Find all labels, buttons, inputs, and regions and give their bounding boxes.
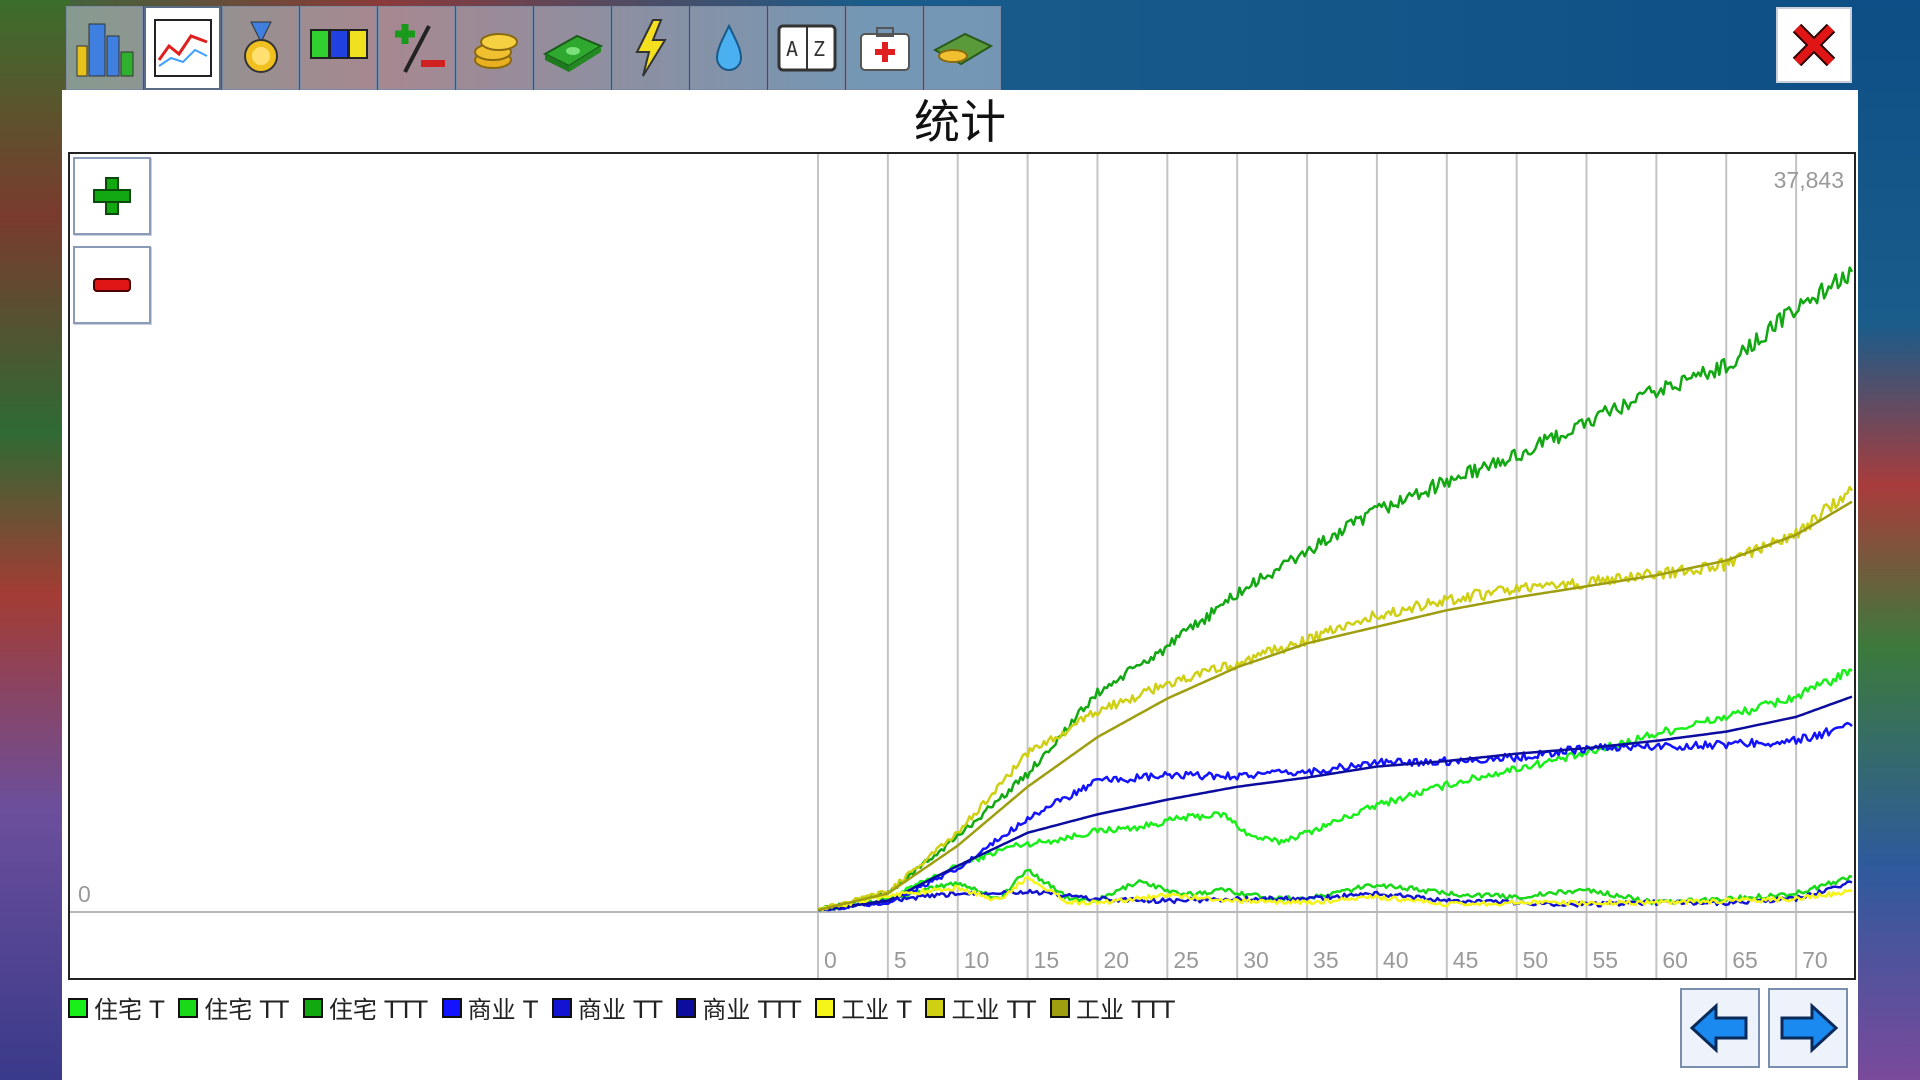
city-icon <box>76 23 133 77</box>
legend-label: 工业 TT <box>951 996 1037 1024</box>
tab-glossary[interactable]: A Z <box>768 6 845 90</box>
y-max-label: 37,843 <box>1774 167 1844 193</box>
x-tick-label: 65 <box>1732 947 1758 973</box>
tab-water[interactable] <box>690 6 767 90</box>
legend-swatch <box>441 997 462 1018</box>
x-tick-label: 10 <box>964 947 990 973</box>
legend-label: 商业 TTT <box>702 996 802 1024</box>
x-tick-label: 0 <box>824 947 837 973</box>
zoom-out-button[interactable] <box>73 246 151 324</box>
game-world-background-left <box>0 0 70 1080</box>
farm-coins-icon <box>932 32 993 66</box>
svg-text:Z: Z <box>813 37 825 61</box>
tab-statistics[interactable] <box>144 6 221 90</box>
legend-item: 商业 TTT <box>676 990 801 1025</box>
x-tick-label: 70 <box>1802 947 1828 973</box>
coins-icon <box>473 33 518 69</box>
legend-item: 商业 T <box>441 990 538 1025</box>
series-line <box>817 500 1853 912</box>
x-tick-label: 15 <box>1034 947 1060 973</box>
series-line <box>817 485 1854 912</box>
legend-label: 住宅 T <box>94 996 165 1024</box>
x-tick-label: 45 <box>1453 947 1479 973</box>
zone-colors-icon <box>309 29 368 59</box>
legend-item: 商业 TT <box>551 990 663 1025</box>
legend-label: 商业 TT <box>577 996 663 1024</box>
minus-icon <box>93 278 131 292</box>
legend-swatch <box>925 997 946 1018</box>
dictionary-icon: A Z <box>777 24 836 72</box>
previous-page-button[interactable] <box>1680 988 1760 1068</box>
tab-budget[interactable] <box>456 6 533 90</box>
x-tick-label: 50 <box>1523 947 1549 973</box>
game-world-background-right <box>1850 0 1920 1080</box>
statistics-panel: 统计 0 5 10 15 20 25 30 35 40 45 50 55 60 65 70 37,843 0 住… <box>62 90 1858 1080</box>
x-tick-label: 35 <box>1313 947 1339 973</box>
arrow-left-icon <box>1689 1002 1748 1054</box>
svg-text:A: A <box>786 37 798 61</box>
tab-agriculture[interactable] <box>924 6 1001 90</box>
plus-icon <box>93 177 131 215</box>
x-tick-label: 5 <box>894 947 907 973</box>
close-icon <box>1792 23 1836 67</box>
legend-swatch <box>676 997 697 1018</box>
legend-label: 工业 TTT <box>1076 996 1175 1024</box>
legend-swatch <box>815 997 836 1018</box>
tab-taxes[interactable] <box>378 6 455 90</box>
lightning-icon <box>634 19 667 77</box>
tab-zone-demand[interactable] <box>300 6 377 90</box>
x-tick-label: 20 <box>1103 947 1129 973</box>
page-title: 统计 <box>914 95 1006 149</box>
legend-label: 住宅 TTT <box>328 996 428 1024</box>
legend-swatch <box>302 997 323 1018</box>
tab-health[interactable] <box>846 6 923 90</box>
series-line <box>817 695 1853 912</box>
zone-population-chart: 0 5 10 15 20 25 30 35 40 45 50 55 60 65 70 37,843 0 <box>70 154 1854 978</box>
legend-item: 工业 T <box>815 990 911 1025</box>
tab-city-overview[interactable] <box>66 6 143 90</box>
stats-tab-bar: A Z <box>66 6 1002 90</box>
series-line <box>817 875 1853 912</box>
legend-swatch <box>68 997 88 1018</box>
x-tick-label: 55 <box>1593 947 1619 973</box>
money-icon <box>542 34 603 72</box>
arrow-right-icon <box>1780 1002 1839 1054</box>
close-button[interactable] <box>1776 7 1852 83</box>
legend-label: 住宅 TT <box>204 996 289 1024</box>
x-tick-label: 30 <box>1243 947 1269 973</box>
tab-power[interactable] <box>612 6 689 90</box>
legend-swatch <box>178 997 199 1018</box>
next-page-button[interactable] <box>1768 988 1848 1068</box>
medal-icon <box>243 21 278 73</box>
percent-icon <box>394 24 445 73</box>
water-drop-icon <box>715 23 742 71</box>
y-min-label: 0 <box>78 881 91 907</box>
chart-legend: 住宅 T 住宅 TT 住宅 TTT 商业 T 商业 TT 商业 TTT 工业 T 工业 TT 工… <box>68 990 1189 1025</box>
x-tick-label: 60 <box>1662 947 1688 973</box>
legend-item: 工业 TT <box>925 990 1036 1025</box>
x-tick-label: 25 <box>1173 947 1199 973</box>
chart-area: 0 5 10 15 20 25 30 35 40 45 50 55 60 65 70 37,843 0 <box>68 152 1856 980</box>
legend-swatch <box>551 997 572 1018</box>
medkit-icon <box>859 27 910 71</box>
series-line <box>818 668 1853 912</box>
legend-swatch <box>1050 997 1071 1018</box>
legend-item: 住宅 T <box>68 990 164 1025</box>
legend-item: 工业 TTT <box>1050 990 1175 1025</box>
x-tick-label: 40 <box>1383 947 1409 973</box>
legend-item: 住宅 TT <box>178 990 289 1025</box>
line-chart-icon <box>153 19 212 77</box>
tab-finances[interactable] <box>534 6 611 90</box>
tab-achievements[interactable] <box>222 6 299 90</box>
legend-label: 工业 T <box>841 996 912 1024</box>
zoom-in-button[interactable] <box>73 157 151 235</box>
legend-item: 住宅 TTT <box>302 990 428 1025</box>
series-line <box>818 880 1853 912</box>
legend-label: 商业 T <box>467 996 538 1024</box>
